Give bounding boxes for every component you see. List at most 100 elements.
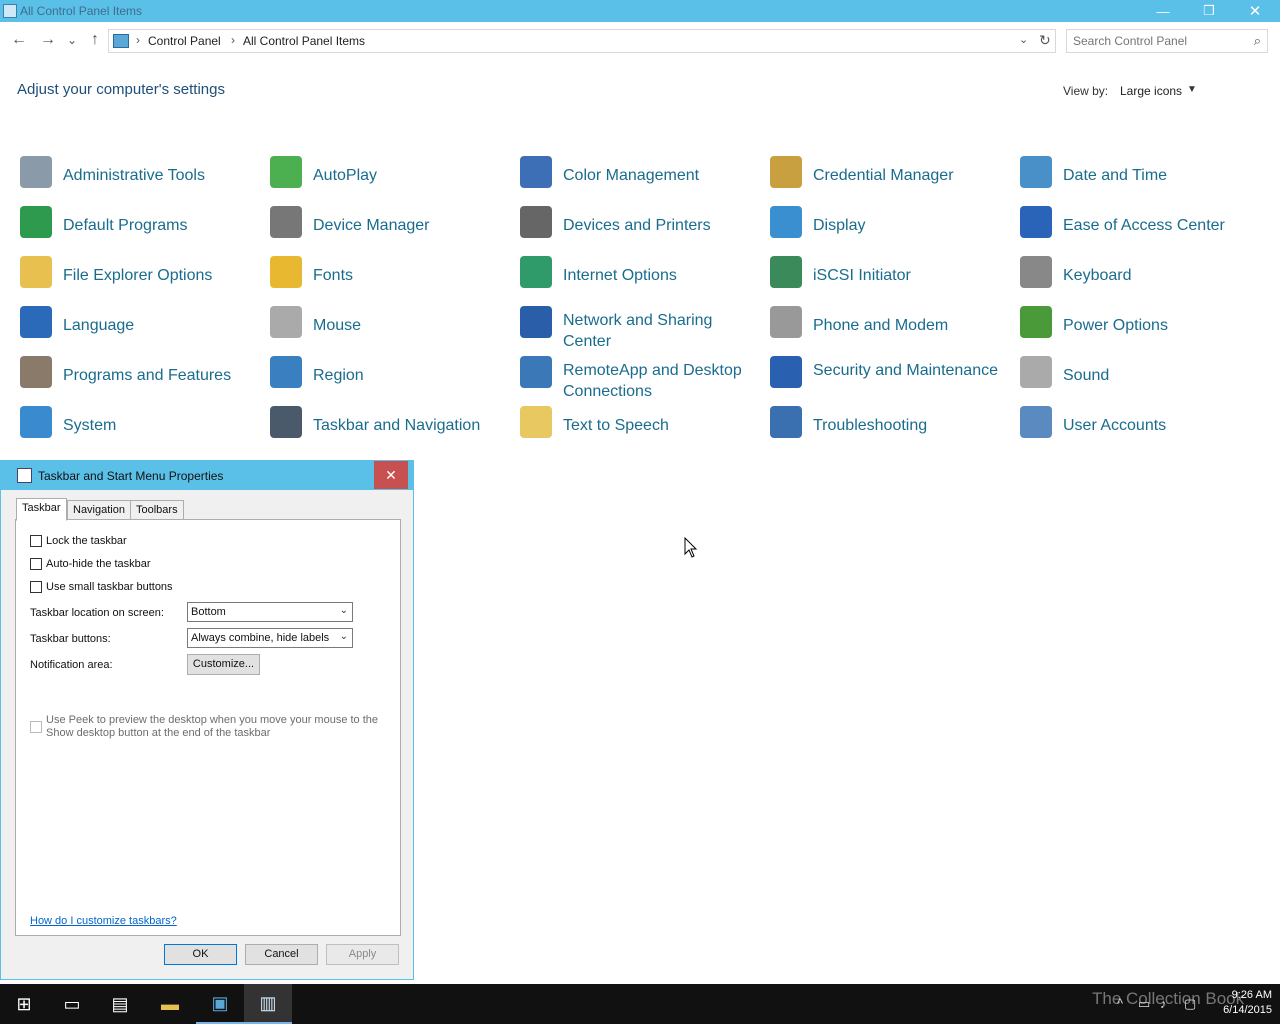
item-display[interactable]: Display <box>768 204 1008 248</box>
phone-and-modem-icon <box>770 306 802 338</box>
lock-taskbar-checkbox[interactable] <box>30 535 42 547</box>
taskbar-buttons-select[interactable]: Always combine, hide labels ⌄ <box>187 628 353 648</box>
item-label: Default Programs <box>63 217 188 234</box>
item-sound[interactable]: Sound <box>1018 354 1258 398</box>
help-link[interactable]: How do I customize taskbars? <box>30 915 177 927</box>
item-security-and-maintenance[interactable]: Security and Maintenance <box>768 354 1008 398</box>
item-label: iSCSI Initiator <box>813 267 911 284</box>
item-devices-and-printers[interactable]: Devices and Printers <box>518 204 758 248</box>
item-label: User Accounts <box>1063 417 1167 434</box>
mouse-cursor-icon <box>684 537 698 558</box>
internet-options-icon <box>520 256 552 288</box>
item-network-and-sharing-center[interactable]: Network and Sharing Center <box>518 304 758 350</box>
server-manager-icon[interactable]: ▤ <box>96 984 144 1024</box>
up-arrow-icon[interactable]: ↑ <box>85 30 105 50</box>
caret-down-icon[interactable]: ▼ <box>1187 84 1197 95</box>
item-autoplay[interactable]: AutoPlay <box>268 154 508 198</box>
cancel-button[interactable]: Cancel <box>245 944 318 965</box>
refresh-icon[interactable]: ↻ <box>1039 32 1051 49</box>
item-label: RemoteApp and Desktop Connections <box>563 362 742 400</box>
autohide-label[interactable]: Auto-hide the taskbar <box>46 558 151 570</box>
item-text-to-speech[interactable]: Text to Speech <box>518 404 758 448</box>
item-phone-and-modem[interactable]: Phone and Modem <box>768 304 1008 348</box>
ok-button[interactable]: OK <box>164 944 237 965</box>
back-arrow-icon[interactable]: ← <box>9 30 29 50</box>
recent-locations-icon[interactable]: ⌄ <box>62 30 82 50</box>
item-administrative-tools[interactable]: Administrative Tools <box>18 154 258 198</box>
clock[interactable]: 9:26 AM 6/14/2015 <box>1212 988 1272 1018</box>
control-panel-taskbar-icon[interactable]: ▣ <box>196 984 244 1024</box>
show-hidden-icons-icon[interactable]: ^ <box>1117 996 1123 1011</box>
tab-toolbars[interactable]: Toolbars <box>130 500 184 520</box>
action-center-icon[interactable]: ▢ <box>1184 996 1196 1012</box>
user-accounts-icon <box>1020 406 1052 438</box>
keyboard-icon <box>1020 256 1052 288</box>
clock-date: 6/14/2015 <box>1223 1004 1272 1016</box>
item-file-explorer-options[interactable]: File Explorer Options <box>18 254 258 298</box>
minimize-button[interactable]: — <box>1140 0 1186 22</box>
item-power-options[interactable]: Power Options <box>1018 304 1258 348</box>
taskbar-and-navigation-icon <box>270 406 302 438</box>
item-credential-manager[interactable]: Credential Manager <box>768 154 1008 198</box>
lock-taskbar-label[interactable]: Lock the taskbar <box>46 535 127 547</box>
restore-button[interactable]: ❐ <box>1186 0 1232 22</box>
item-mouse[interactable]: Mouse <box>268 304 508 348</box>
dialog-close-button[interactable]: ✕ <box>374 461 408 489</box>
item-label: File Explorer Options <box>63 267 213 284</box>
item-ease-of-access-center[interactable]: Ease of Access Center <box>1018 204 1258 248</box>
item-remoteapp-and-desktop-connections[interactable]: RemoteApp and Desktop Connections <box>518 354 758 400</box>
item-keyboard[interactable]: Keyboard <box>1018 254 1258 298</box>
customize-button[interactable]: Customize... <box>187 654 260 675</box>
dialog-titlebar[interactable]: Taskbar and Start Menu Properties ✕ <box>1 461 413 490</box>
breadcrumb-separator-icon: › <box>136 33 140 47</box>
taskbar-properties-icon <box>17 468 32 483</box>
search-input[interactable] <box>1073 33 1243 49</box>
item-troubleshooting[interactable]: Troubleshooting <box>768 404 1008 448</box>
task-view-icon[interactable]: ▭ <box>48 984 96 1024</box>
dialog-title: Taskbar and Start Menu Properties <box>38 469 224 483</box>
taskbar-location-select[interactable]: Bottom ⌄ <box>187 602 353 622</box>
volume-icon[interactable]: ♪ <box>1160 996 1167 1011</box>
taskbar-properties-taskbar-icon[interactable]: ▥ <box>244 984 292 1024</box>
chevron-down-icon[interactable]: ⌄ <box>1019 33 1028 46</box>
item-label: Devices and Printers <box>563 217 711 234</box>
forward-arrow-icon[interactable]: → <box>38 30 58 50</box>
small-buttons-label[interactable]: Use small taskbar buttons <box>46 581 173 593</box>
troubleshooting-icon <box>770 406 802 438</box>
view-by-select[interactable]: Large icons <box>1120 84 1182 98</box>
item-iscsi-initiator[interactable]: iSCSI Initiator <box>768 254 1008 298</box>
tab-navigation[interactable]: Navigation <box>67 500 131 520</box>
item-system[interactable]: System <box>18 404 258 448</box>
network-icon[interactable]: ▭ <box>1138 996 1150 1012</box>
search-box[interactable]: ⌕ <box>1066 29 1268 53</box>
notification-area-label: Notification area: <box>30 659 113 671</box>
breadcrumb-all-items[interactable]: All Control Panel Items <box>243 34 365 48</box>
item-fonts[interactable]: Fonts <box>268 254 508 298</box>
apply-button: Apply <box>326 944 399 965</box>
item-language[interactable]: Language <box>18 304 258 348</box>
taskbar-location-value: Bottom <box>191 606 226 618</box>
item-default-programs[interactable]: Default Programs <box>18 204 258 248</box>
close-button[interactable]: ✕ <box>1232 0 1278 22</box>
item-region[interactable]: Region <box>268 354 508 398</box>
window-titlebar[interactable]: All Control Panel Items — ❐ ✕ <box>0 0 1280 22</box>
file-explorer-icon[interactable]: ▬ <box>146 984 194 1024</box>
item-color-management[interactable]: Color Management <box>518 154 758 198</box>
item-taskbar-and-navigation[interactable]: Taskbar and Navigation <box>268 404 508 448</box>
item-device-manager[interactable]: Device Manager <box>268 204 508 248</box>
tab-taskbar[interactable]: Taskbar <box>16 498 67 521</box>
start-windows-icon[interactable]: ⊞ <box>0 984 48 1024</box>
control-panel-icon <box>113 34 129 48</box>
address-bar[interactable]: › Control Panel › All Control Panel Item… <box>108 29 1056 53</box>
network-and-sharing-center-icon <box>520 306 552 338</box>
item-date-and-time[interactable]: Date and Time <box>1018 154 1258 198</box>
small-buttons-checkbox[interactable] <box>30 581 42 593</box>
breadcrumb-control-panel[interactable]: Control Panel <box>148 34 221 48</box>
item-user-accounts[interactable]: User Accounts <box>1018 404 1258 448</box>
search-icon[interactable]: ⌕ <box>1254 33 1261 49</box>
autohide-checkbox[interactable] <box>30 558 42 570</box>
item-internet-options[interactable]: Internet Options <box>518 254 758 298</box>
item-programs-and-features[interactable]: Programs and Features <box>18 354 258 398</box>
iscsi-initiator-icon <box>770 256 802 288</box>
color-management-icon <box>520 156 552 188</box>
